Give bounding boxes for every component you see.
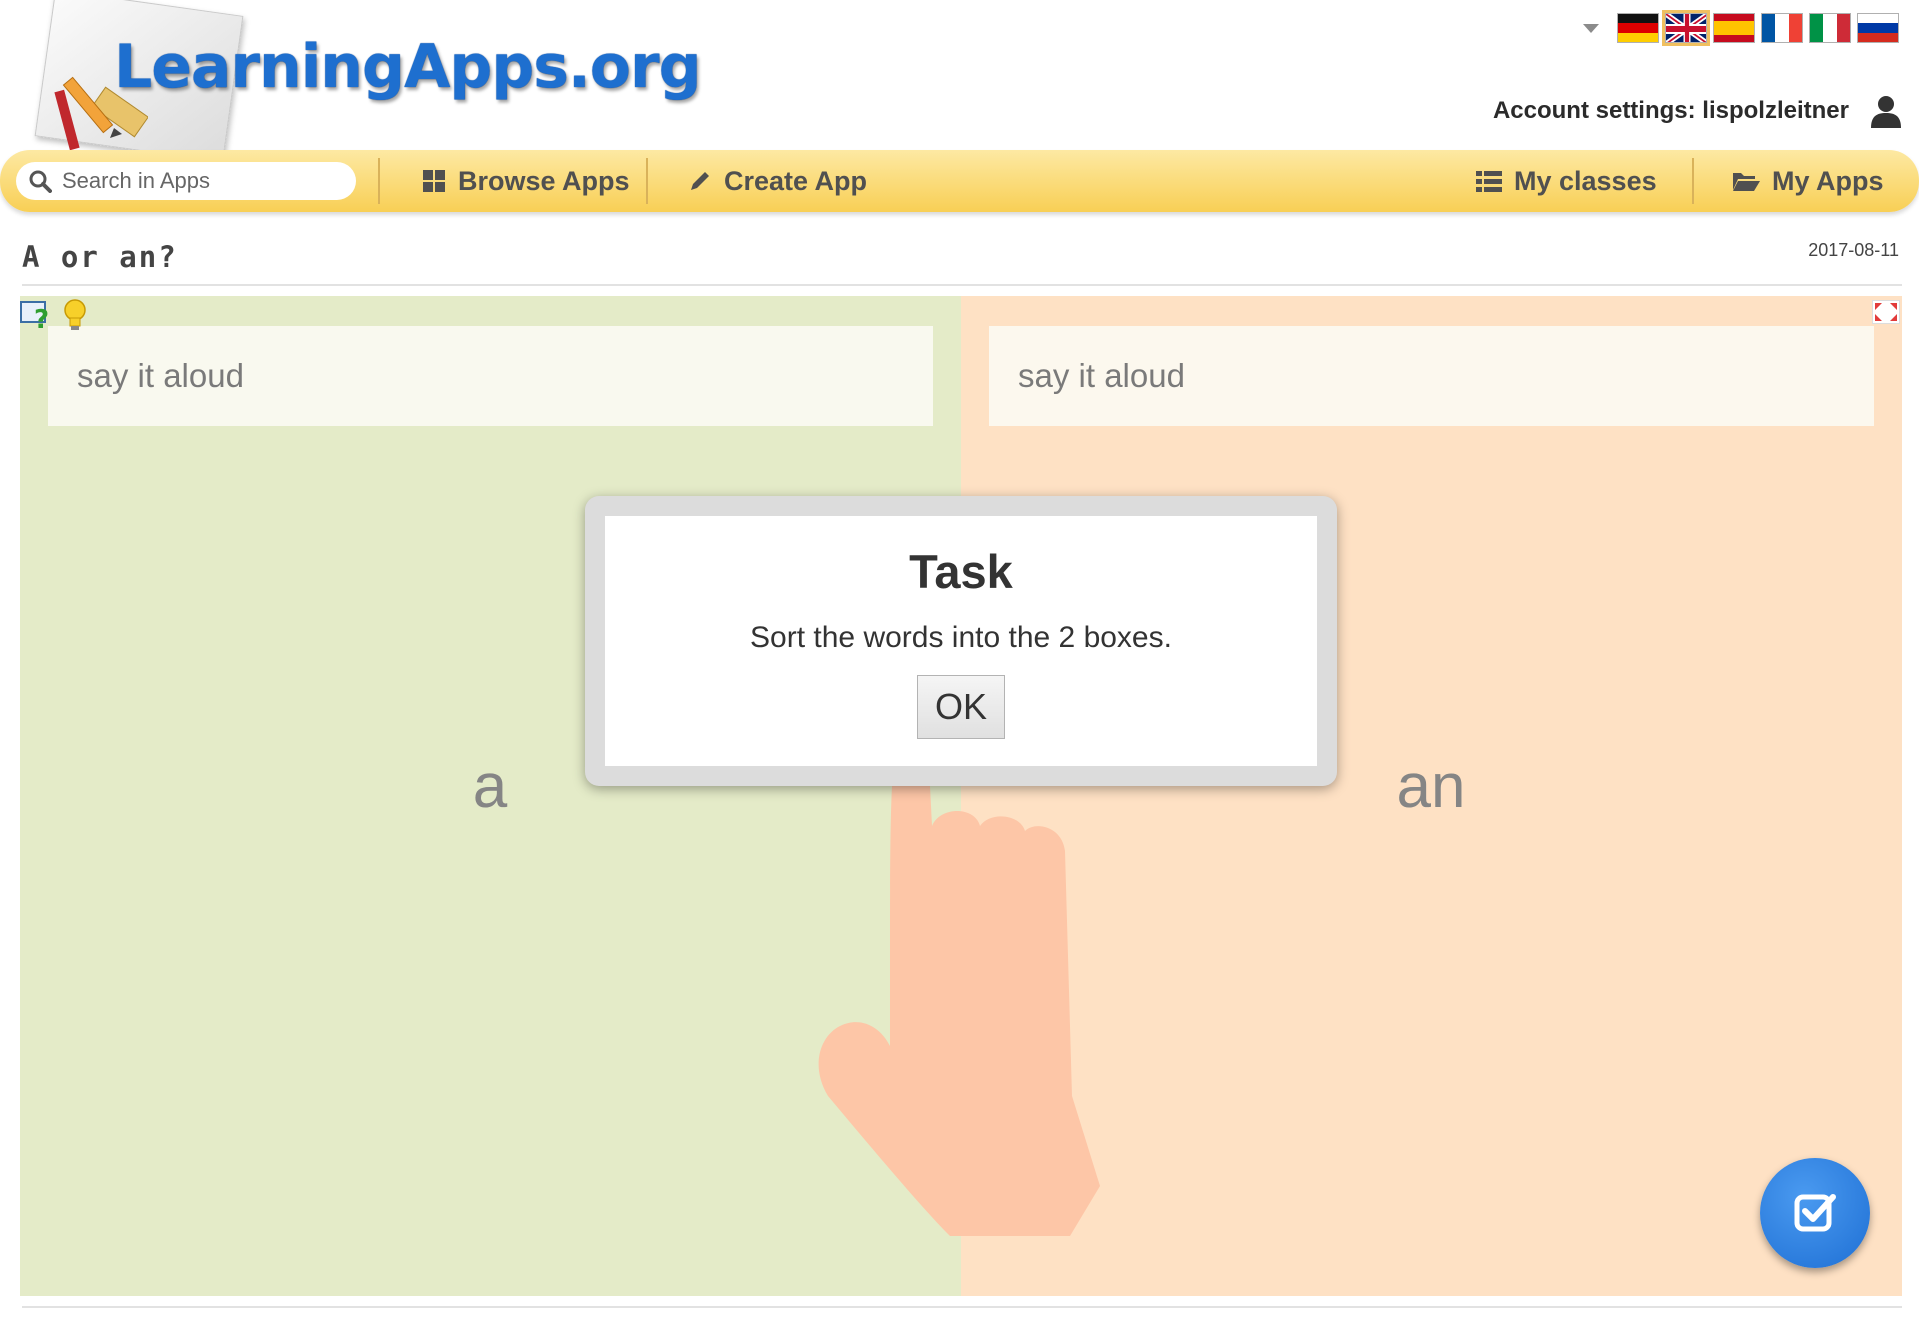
uk-flag-icon	[1666, 14, 1706, 42]
search-input[interactable]	[62, 168, 332, 194]
logo-text: LearningApps.org	[114, 32, 702, 102]
grid-icon	[423, 170, 445, 192]
main-nav-bar: Browse Apps Create App My classes My App…	[0, 150, 1919, 212]
flag-english[interactable]	[1662, 10, 1710, 46]
check-answers-button[interactable]	[1760, 1158, 1870, 1268]
flag-french[interactable]	[1761, 13, 1803, 43]
folder-open-icon	[1733, 173, 1760, 191]
create-app-label: Create App	[724, 165, 868, 196]
my-classes-button[interactable]: My classes	[1476, 150, 1657, 212]
pencil-icon	[691, 172, 709, 190]
svg-text:?: ?	[34, 305, 49, 332]
help-icon[interactable]: ?	[20, 298, 54, 332]
task-dialog-body: Task Sort the words into the 2 boxes. OK	[605, 516, 1317, 766]
browse-apps-label: Browse Apps	[458, 165, 630, 196]
site-header: LearningApps.org Account settings: lispo…	[0, 0, 1919, 163]
dialog-message: Sort the words into the 2 boxes.	[750, 621, 1172, 654]
search-icon	[29, 170, 52, 193]
language-dropdown-icon[interactable]	[1583, 23, 1599, 33]
user-icon	[1871, 96, 1901, 128]
site-logo[interactable]: LearningApps.org	[30, 0, 702, 163]
nav-divider	[1692, 158, 1694, 204]
browse-apps-button[interactable]: Browse Apps	[422, 150, 630, 212]
app-canvas: say it aloud a say it aloud an ?	[20, 296, 1902, 1296]
app-title: A or an?	[22, 240, 178, 274]
my-apps-button[interactable]: My Apps	[1732, 150, 1884, 212]
list-icon	[1476, 171, 1502, 192]
bottom-divider	[22, 1306, 1902, 1308]
fullscreen-icon[interactable]	[1872, 300, 1900, 324]
my-apps-label: My Apps	[1772, 165, 1884, 196]
flag-german[interactable]	[1617, 13, 1659, 43]
nav-divider	[378, 158, 380, 204]
nav-divider	[646, 158, 648, 204]
say-it-aloud-box-a[interactable]: say it aloud	[48, 326, 933, 426]
say-it-aloud-box-an[interactable]: say it aloud	[989, 326, 1874, 426]
task-dialog: Task Sort the words into the 2 boxes. OK	[585, 496, 1337, 786]
flag-spanish[interactable]	[1713, 13, 1755, 43]
title-divider	[22, 284, 1902, 286]
account-settings-label: Account settings: lispolzleitner	[1492, 97, 1849, 124]
flag-russian[interactable]	[1857, 13, 1899, 43]
search-box[interactable]	[16, 162, 356, 200]
account-settings-link[interactable]: Account settings: lispolzleitner	[1493, 94, 1903, 128]
lightbulb-icon[interactable]	[60, 298, 90, 332]
flag-italian[interactable]	[1809, 13, 1851, 43]
ok-button[interactable]: OK	[917, 675, 1005, 739]
app-date: 2017-08-11	[1808, 240, 1899, 260]
language-selector	[1583, 10, 1899, 46]
checkbox-check-icon	[1794, 1194, 1836, 1232]
my-classes-label: My classes	[1514, 165, 1657, 196]
pointing-hand-icon	[818, 768, 1100, 1236]
create-app-button[interactable]: Create App	[688, 150, 867, 212]
dialog-title: Task	[909, 545, 1013, 598]
